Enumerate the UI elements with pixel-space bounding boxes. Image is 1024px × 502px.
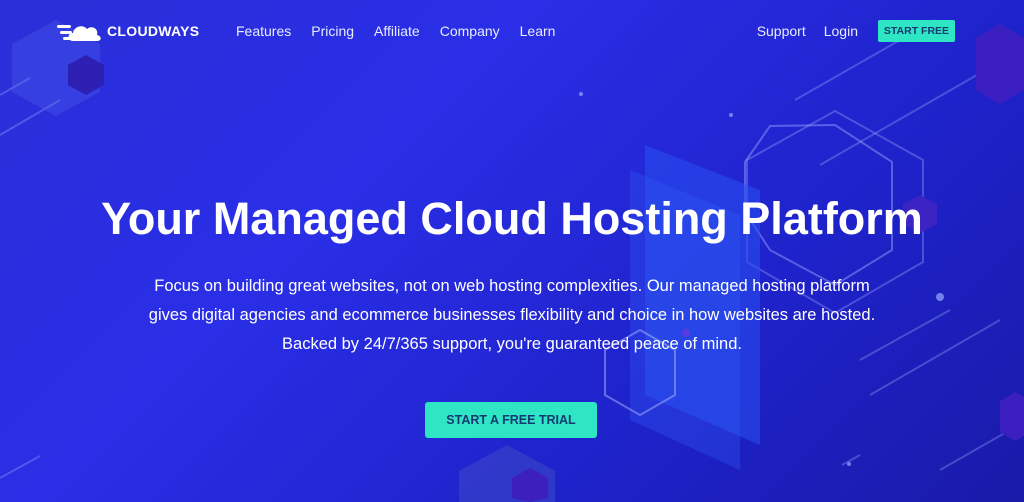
brand-logo[interactable]: CLOUDWAYS [57,17,199,45]
hero-description: Focus on building great websites, not on… [112,272,912,359]
nav-link-company[interactable]: Company [440,23,500,39]
hero-description-line-1: Focus on building great websites, not on… [154,277,870,295]
account-menu: Support Login [757,23,858,39]
nav-link-pricing[interactable]: Pricing [311,23,354,39]
login-link[interactable]: Login [824,23,858,39]
brand-name: CLOUDWAYS [107,23,200,39]
nav-link-learn[interactable]: Learn [520,23,556,39]
cloud-icon [57,25,101,41]
nav-link-affiliate[interactable]: Affiliate [374,23,420,39]
hero-title: Your Managed Cloud Hosting Platform [101,193,923,244]
hero-description-line-3: Backed by 24/7/365 support, you're guara… [282,335,742,353]
support-link[interactable]: Support [757,23,806,39]
main-menu: Features Pricing Affiliate Company Learn [236,23,555,39]
nav-link-features[interactable]: Features [236,23,291,39]
hero-description-line-2: gives digital agencies and ecommerce bus… [148,306,876,324]
top-navigation: CLOUDWAYS Features Pricing Affiliate Com… [0,0,1024,62]
start-free-button[interactable]: START FREE [878,20,955,42]
start-free-trial-button[interactable]: START A FREE TRIAL [425,402,597,438]
